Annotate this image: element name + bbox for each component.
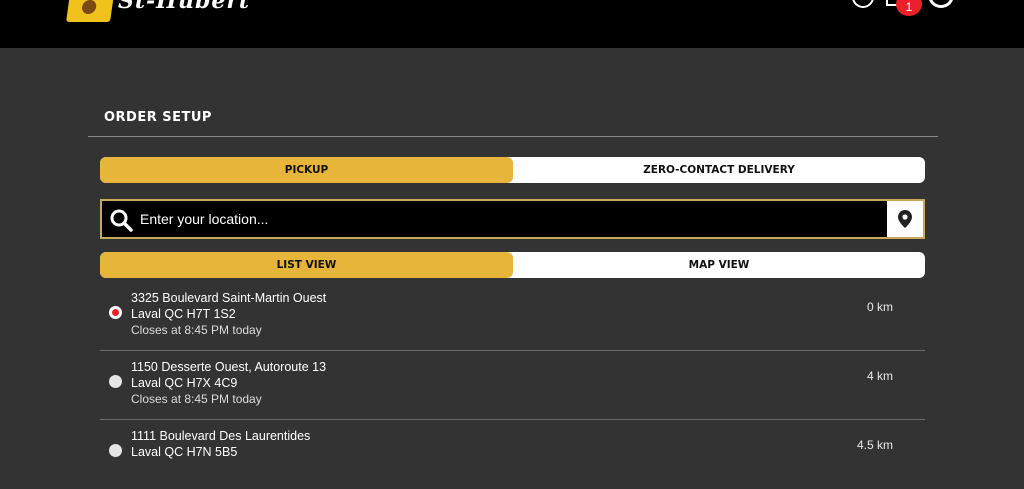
cart-count-badge[interactable]: 1 (896, 0, 922, 16)
distance-label: 4.5 km (856, 438, 893, 452)
address-line-1: 1150 Desserte Ouest, Autoroute 13 (131, 360, 327, 374)
use-my-location-button[interactable] (887, 201, 923, 237)
list-item[interactable]: 1111 Boulevard Des Laurentides Laval QC … (100, 420, 925, 489)
address-line-2: Laval QC H7T 1S2 (131, 307, 236, 321)
address-line-1: 1111 Boulevard Des Laurentides (131, 429, 311, 443)
map-pin-icon (898, 210, 912, 228)
address-line-2: Laval QC H7N 5B5 (131, 445, 238, 459)
distance-label: 0 km (866, 300, 893, 314)
address-line-2: Laval QC H7X 4C9 (131, 376, 238, 390)
top-navigation-bar: St-Hubert 1 (0, 0, 1024, 48)
account-icon[interactable] (852, 0, 874, 8)
location-search-bar (100, 199, 925, 239)
location-radio[interactable] (109, 375, 122, 388)
order-mode-toggle: PICKUP ZERO-CONTACT DELIVERY (100, 157, 925, 183)
location-radio[interactable] (109, 306, 122, 319)
location-address: 1111 Boulevard Des Laurentides Laval QC … (131, 428, 310, 460)
restaurant-list: 3325 Boulevard Saint-Martin Ouest Laval … (100, 282, 925, 489)
location-search-input[interactable] (140, 201, 887, 237)
page-title: ORDER SETUP (104, 110, 212, 125)
pickup-option[interactable]: PICKUP (100, 157, 513, 183)
menu-icon[interactable] (928, 0, 954, 8)
closing-time: Closes at 8:45 PM today (131, 392, 262, 406)
title-divider (88, 136, 938, 137)
closing-time: Closes at 8:45 PM today (131, 323, 262, 337)
search-icon[interactable] (108, 207, 134, 233)
list-view-option[interactable]: LIST VIEW (100, 252, 513, 278)
location-radio[interactable] (109, 444, 122, 457)
distance-label: 4 km (866, 369, 893, 383)
zero-contact-delivery-option[interactable]: ZERO-CONTACT DELIVERY (513, 157, 925, 183)
location-address: 1150 Desserte Ouest, Autoroute 13 Laval … (131, 359, 326, 407)
location-address: 3325 Boulevard Saint-Martin Ouest Laval … (131, 290, 326, 338)
list-item[interactable]: 3325 Boulevard Saint-Martin Ouest Laval … (100, 282, 925, 351)
brand-logo-text[interactable]: St-Hubert (118, 0, 250, 14)
brand-logo-icon[interactable] (66, 0, 114, 22)
view-mode-toggle: LIST VIEW MAP VIEW (100, 252, 925, 278)
list-item[interactable]: 1150 Desserte Ouest, Autoroute 13 Laval … (100, 351, 925, 420)
map-view-option[interactable]: MAP VIEW (513, 252, 925, 278)
address-line-1: 3325 Boulevard Saint-Martin Ouest (131, 291, 327, 305)
